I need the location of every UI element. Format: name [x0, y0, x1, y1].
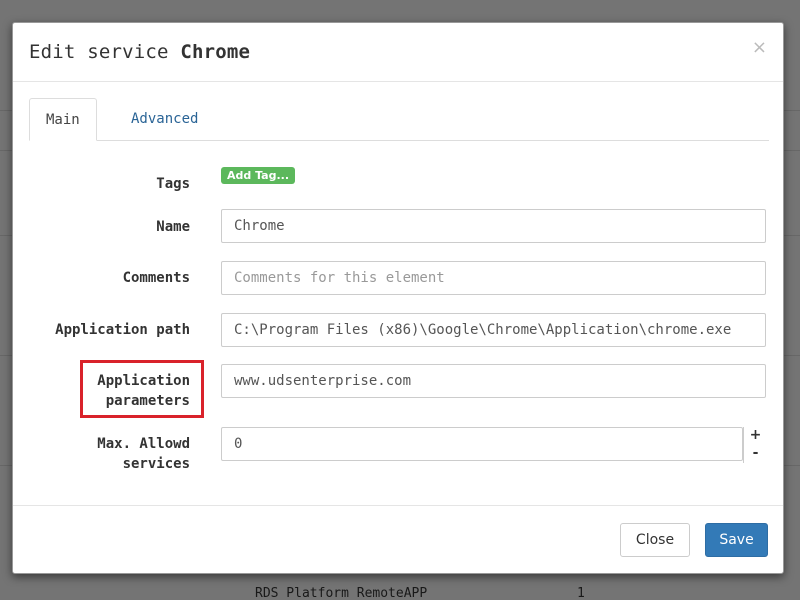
dialog-title: Edit service Chrome — [29, 41, 250, 63]
application-parameters-input[interactable] — [221, 364, 766, 398]
name-input[interactable] — [221, 209, 766, 243]
decrement-button[interactable]: - — [744, 445, 767, 462]
name-label: Name — [156, 219, 190, 235]
edit-service-dialog: Edit service Chrome × Main Advanced Tags… — [12, 22, 784, 574]
max-allowed-services-label-line1: Max. Allowd — [97, 436, 190, 452]
tab-bar: Main Advanced — [29, 98, 769, 141]
tags-label: Tags — [156, 176, 190, 192]
dialog-title-service-name: Chrome — [180, 41, 251, 63]
save-button[interactable]: Save — [705, 523, 768, 557]
dialog-title-prefix: Edit service — [29, 41, 169, 63]
max-allowed-services-label-line2: services — [122, 456, 190, 472]
application-path-label: Application path — [55, 322, 190, 338]
quantity-stepper: + - — [743, 427, 767, 463]
close-icon[interactable]: × — [752, 37, 767, 58]
comments-input[interactable] — [221, 261, 766, 295]
add-tag-button[interactable]: Add Tag... — [221, 167, 296, 184]
increment-button[interactable]: + — [744, 427, 767, 444]
comments-label: Comments — [122, 270, 190, 286]
highlight-box — [80, 360, 204, 418]
max-allowed-services-label: Max. Allowd services — [97, 434, 190, 474]
dialog-header: Edit service Chrome × — [13, 23, 783, 82]
close-button[interactable]: Close — [620, 523, 690, 557]
max-allowed-services-input[interactable] — [221, 427, 743, 461]
tab-advanced[interactable]: Advanced — [115, 98, 214, 139]
application-path-input[interactable] — [221, 313, 766, 347]
tab-main[interactable]: Main — [29, 98, 97, 141]
dialog-footer: Close Save — [13, 505, 783, 574]
